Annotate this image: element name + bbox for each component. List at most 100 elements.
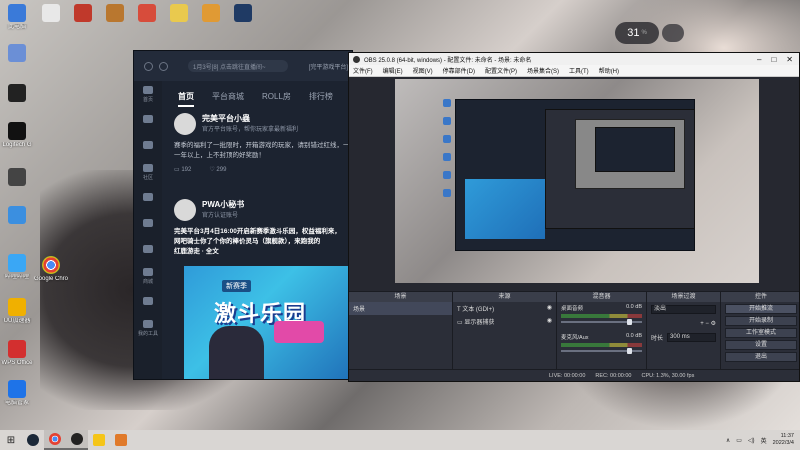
- ime-icon[interactable]: 英: [761, 436, 767, 445]
- transition-add-remove[interactable]: + − ⚙: [647, 317, 720, 330]
- back-icon[interactable]: [144, 61, 153, 71]
- windows-icon: ⊞: [6, 434, 16, 446]
- source-item[interactable]: ▭ 显示器捕获 ◉: [453, 315, 556, 328]
- app-icon: [8, 84, 26, 102]
- desktop-icon[interactable]: [34, 4, 68, 24]
- taskbar-app-steam[interactable]: [22, 430, 44, 450]
- sidebar-item-3[interactable]: [134, 133, 162, 159]
- eye-icon[interactable]: ◉: [547, 304, 552, 311]
- taskbar-app-chrome[interactable]: [44, 430, 66, 450]
- menu-view[interactable]: 视图(V): [413, 66, 433, 75]
- volume-slider[interactable]: [561, 319, 642, 325]
- desktop-icon[interactable]: 电脑管家: [0, 380, 34, 407]
- search-input[interactable]: 1月3号[8] 点击跳往直播间~: [188, 60, 288, 72]
- menu-profile[interactable]: 配置文件(P): [485, 66, 517, 75]
- wanmei-platform-window[interactable]: 1月3号[8] 点击跳往直播间~ [完平游戏平台] 首页 社区 商城 我的工具 …: [133, 50, 353, 380]
- exit-button[interactable]: 退出: [725, 352, 797, 362]
- cpu-usage-widget[interactable]: 31%: [615, 22, 659, 44]
- app-icon: [74, 4, 92, 22]
- desktop-icon[interactable]: 哔哩哔哩: [0, 254, 34, 281]
- desktop-icon[interactable]: [0, 206, 34, 226]
- chart-icon: [143, 297, 153, 305]
- sidebar-item-6[interactable]: [134, 211, 162, 237]
- volume-slider[interactable]: [561, 348, 642, 354]
- feed-post[interactable]: 完美平台小蟲 官方平台账号，帮你玩家拿最新福利 赛季的福利了一批限时，开箱游戏的…: [174, 113, 349, 173]
- sidebar-item-home[interactable]: 首页: [134, 81, 162, 107]
- comment-count[interactable]: ▭ 192: [174, 166, 191, 173]
- app-icon: [138, 4, 156, 22]
- avatar[interactable]: [174, 113, 196, 135]
- tab-ranking[interactable]: 排行榜: [309, 91, 333, 107]
- menu-edit[interactable]: 编辑(E): [383, 66, 403, 75]
- start-streaming-button[interactable]: 开始推流: [725, 304, 797, 314]
- close-icon[interactable]: ✕: [786, 55, 793, 64]
- desktop-icon[interactable]: [130, 4, 164, 24]
- settings-button[interactable]: 设置: [725, 340, 797, 350]
- sidebar-item-community[interactable]: 社区: [134, 159, 162, 185]
- taskbar-app-obs[interactable]: [66, 430, 88, 450]
- desktop-icon[interactable]: [66, 4, 100, 24]
- taskbar-app-uu[interactable]: [110, 430, 132, 450]
- sidebar-item-tools[interactable]: 我的工具: [134, 315, 162, 341]
- like-count[interactable]: ♡ 299: [209, 166, 226, 173]
- avatar[interactable]: [174, 199, 196, 221]
- maximize-icon[interactable]: □: [771, 55, 776, 64]
- desktop-icon[interactable]: [98, 4, 132, 24]
- system-tray: ∧ ▭ ◁) 英 11:37 2022/3/4: [726, 433, 800, 447]
- scene-item[interactable]: 场景: [349, 302, 452, 315]
- desktop-icon[interactable]: [226, 4, 260, 24]
- game-icon: [143, 115, 153, 123]
- header-link[interactable]: [完平游戏平台]: [309, 62, 352, 71]
- start-recording-button[interactable]: 开始录制: [725, 316, 797, 326]
- post-author[interactable]: 完美平台小蟲: [174, 113, 349, 124]
- menu-help[interactable]: 帮助(H): [599, 66, 619, 75]
- menu-tools[interactable]: 工具(T): [569, 66, 589, 75]
- network-widget[interactable]: [662, 24, 684, 42]
- desktop-icon[interactable]: WPS Office: [0, 340, 34, 367]
- shield-icon: [143, 193, 153, 201]
- desktop-icon[interactable]: UU加速器: [0, 298, 34, 325]
- desktop-icon[interactable]: [0, 168, 34, 188]
- desktop-icon[interactable]: [0, 44, 34, 64]
- desktop-icon-chrome[interactable]: Google Chrome: [34, 256, 68, 283]
- sidebar-item-2[interactable]: [134, 107, 162, 133]
- event-banner[interactable]: 新赛季 激斗乐园: [184, 266, 352, 379]
- menu-file[interactable]: 文件(F): [353, 66, 373, 75]
- menu-docks[interactable]: 停靠部件(D): [443, 66, 475, 75]
- forward-icon[interactable]: [159, 61, 168, 71]
- sidebar-item-5[interactable]: [134, 185, 162, 211]
- eye-icon[interactable]: ◉: [547, 317, 552, 324]
- start-button[interactable]: ⊞: [0, 430, 22, 450]
- chrome-icon: [42, 256, 60, 274]
- live-timer: LIVE: 00:00:00: [549, 372, 586, 379]
- taskbar-clock[interactable]: 11:37 2022/3/4: [773, 433, 794, 447]
- feed-post[interactable]: PWA小秘书 官方认证账号 完美平台3月4日16:00开启新赛季激斗乐园，权益福…: [174, 199, 349, 257]
- desktop-icon[interactable]: [162, 4, 196, 24]
- transition-select[interactable]: 淡出: [651, 305, 716, 314]
- post-stats: ▭ 192 ♡ 299: [174, 166, 349, 173]
- tab-roll[interactable]: ROLL房: [262, 91, 291, 107]
- volume-icon[interactable]: ◁): [748, 437, 755, 444]
- network-icon[interactable]: ▭: [736, 437, 742, 444]
- taskbar-app-bilibili[interactable]: [88, 430, 110, 450]
- sidebar-item-9[interactable]: [134, 289, 162, 315]
- source-item[interactable]: T 文本 (GDI+) ◉: [453, 302, 556, 315]
- desktop-icon[interactable]: [0, 84, 34, 104]
- desktop-icon[interactable]: Logitech G: [0, 122, 34, 149]
- tray-chevron-icon[interactable]: ∧: [726, 437, 730, 444]
- desktop-icon[interactable]: 此电脑: [0, 4, 34, 31]
- sidebar-item-shop[interactable]: 商城: [134, 263, 162, 289]
- duration-input[interactable]: 300 ms: [667, 333, 716, 342]
- mixer-channel: 麦克风/Aux 0.0 dB: [557, 331, 646, 354]
- tab-home[interactable]: 首页: [178, 91, 194, 107]
- minimize-icon[interactable]: –: [757, 55, 761, 64]
- studio-mode-button[interactable]: 工作室模式: [725, 328, 797, 338]
- desktop-icon[interactable]: [194, 4, 228, 24]
- tab-shop[interactable]: 平台商城: [212, 91, 244, 107]
- post-author[interactable]: PWA小秘书: [174, 199, 349, 210]
- obs-window[interactable]: OBS 25.0.8 (64-bit, windows) - 配置文件: 未命名…: [348, 52, 800, 382]
- app-icon: [202, 4, 220, 22]
- cpu-fps: CPU: 1.3%, 30.00 fps: [641, 372, 695, 379]
- sidebar-item-7[interactable]: [134, 237, 162, 263]
- menu-scene-collection[interactable]: 场景集合(S): [527, 66, 559, 75]
